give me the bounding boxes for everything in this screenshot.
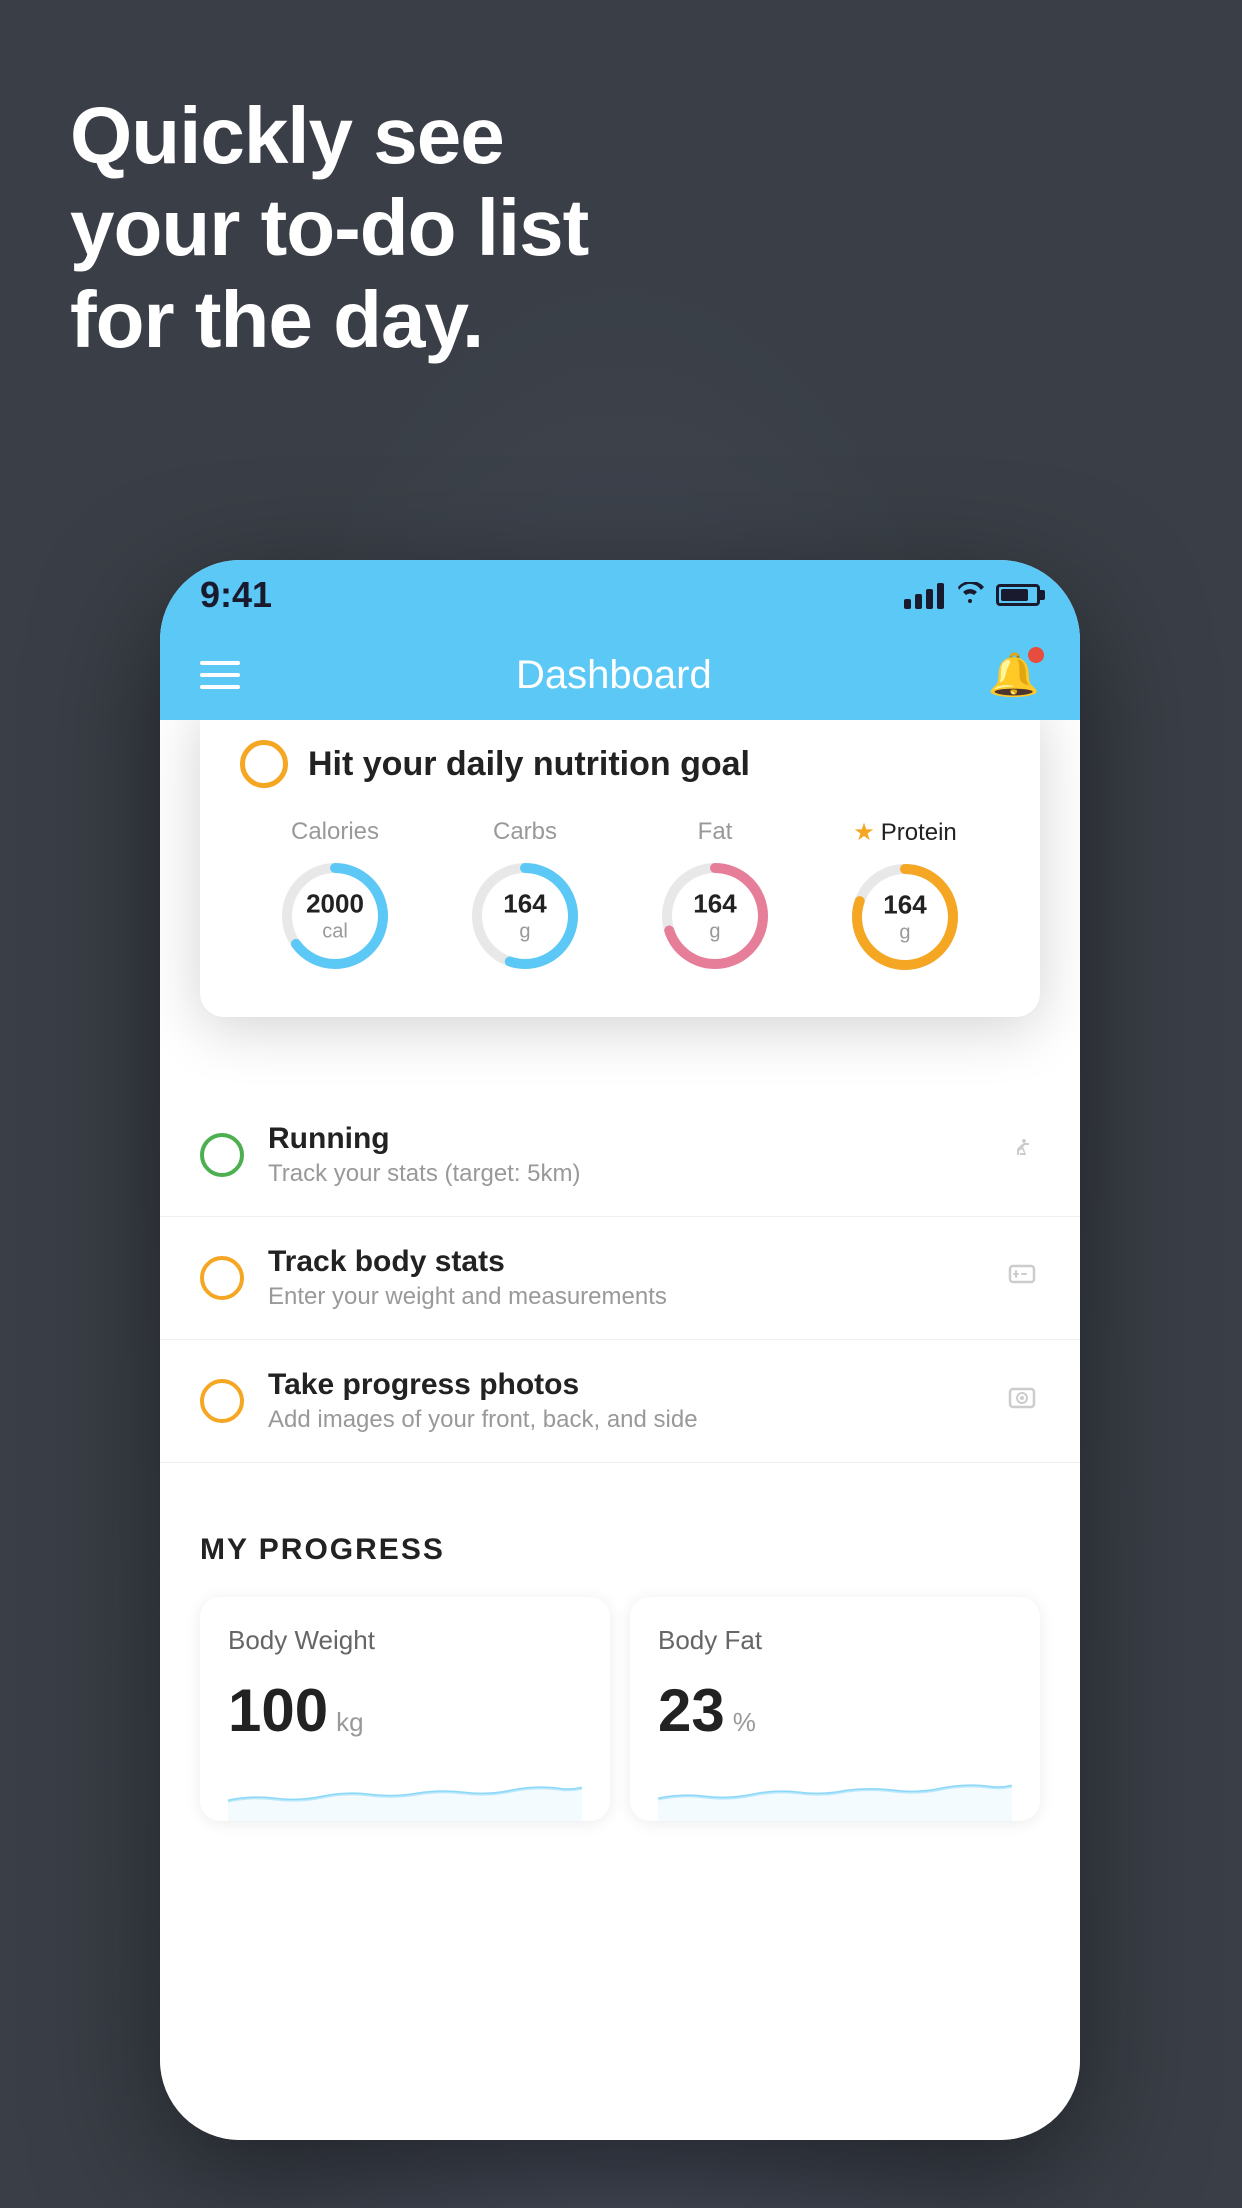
protein-donut: 164 g	[845, 857, 965, 977]
status-bar: 9:41	[160, 560, 1080, 630]
macro-calories: Calories 2000 cal	[275, 818, 395, 976]
carbs-label: Carbs	[493, 818, 557, 846]
body-weight-card[interactable]: Body Weight 100 kg	[200, 1597, 610, 1821]
body-fat-title: Body Fat	[658, 1625, 1012, 1656]
bodystats-icon	[1004, 1256, 1040, 1301]
hero-text: Quickly see your to-do list for the day.	[70, 90, 588, 366]
body-fat-unit: %	[733, 1707, 756, 1738]
progress-cards: Body Weight 100 kg Body Fat 23 %	[200, 1597, 1040, 1821]
hero-line3: for the day.	[70, 274, 588, 366]
carbs-value: 164 g	[503, 888, 546, 943]
todo-title-running: Running	[268, 1122, 980, 1156]
macro-carbs: Carbs 164 g	[465, 818, 585, 976]
todo-text-running: Running Track your stats (target: 5km)	[268, 1122, 980, 1188]
carbs-donut: 164 g	[465, 856, 585, 976]
wifi-icon	[956, 580, 984, 611]
body-fat-card[interactable]: Body Fat 23 %	[630, 1597, 1040, 1821]
star-icon: ★	[853, 818, 875, 847]
body-weight-chart	[228, 1761, 582, 1821]
calories-value: 2000 cal	[306, 888, 364, 943]
todo-title-bodystats: Track body stats	[268, 1245, 980, 1279]
todo-subtitle-photos: Add images of your front, back, and side	[268, 1406, 980, 1434]
todo-item-photos[interactable]: Take progress photos Add images of your …	[160, 1340, 1080, 1463]
todo-circle-bodystats	[200, 1256, 244, 1300]
notification-dot	[1028, 647, 1044, 663]
todo-circle-photos	[200, 1379, 244, 1423]
app-header: Dashboard 🔔	[160, 630, 1080, 720]
nutrition-card-header: Hit your daily nutrition goal	[240, 740, 1000, 788]
progress-section: MY PROGRESS Body Weight 100 kg Body Fat	[160, 1493, 1080, 1821]
body-weight-value: 100 kg	[228, 1676, 582, 1745]
menu-button[interactable]	[200, 661, 240, 689]
calories-donut: 2000 cal	[275, 856, 395, 976]
signal-icon	[904, 581, 944, 609]
nutrition-card: Hit your daily nutrition goal Calories 2…	[200, 720, 1040, 1017]
todo-text-photos: Take progress photos Add images of your …	[268, 1368, 980, 1434]
todo-title-photos: Take progress photos	[268, 1368, 980, 1402]
status-icons	[904, 580, 1040, 611]
todo-text-bodystats: Track body stats Enter your weight and m…	[268, 1245, 980, 1311]
protein-value: 164 g	[883, 889, 926, 944]
nutrition-card-title: Hit your daily nutrition goal	[308, 745, 750, 784]
fat-donut: 164 g	[655, 856, 775, 976]
running-icon	[1004, 1133, 1040, 1178]
photos-icon	[1004, 1379, 1040, 1424]
macros-row: Calories 2000 cal Carbs	[240, 818, 1000, 977]
body-fat-number: 23	[658, 1676, 725, 1745]
protein-label: ★ Protein	[853, 818, 957, 847]
nutrition-check-circle[interactable]	[240, 740, 288, 788]
status-time: 9:41	[200, 574, 272, 616]
notification-button[interactable]: 🔔	[988, 651, 1040, 700]
body-weight-number: 100	[228, 1676, 328, 1745]
body-weight-unit: kg	[336, 1707, 363, 1738]
todo-item-running[interactable]: Running Track your stats (target: 5km)	[160, 1094, 1080, 1217]
content-area: THINGS TO DO TODAY Hit your daily nutrit…	[160, 720, 1080, 2140]
fat-value: 164 g	[693, 888, 736, 943]
macro-protein: ★ Protein 164 g	[845, 818, 965, 977]
hero-line1: Quickly see	[70, 90, 588, 182]
progress-heading: MY PROGRESS	[200, 1533, 1040, 1567]
fat-label: Fat	[698, 818, 733, 846]
todo-subtitle-bodystats: Enter your weight and measurements	[268, 1283, 980, 1311]
phone-frame: 9:41 Dashboard 🔔 THINGS TO DO TODAY	[160, 560, 1080, 2140]
todo-circle-running	[200, 1133, 244, 1177]
calories-label: Calories	[291, 818, 379, 846]
body-fat-value: 23 %	[658, 1676, 1012, 1745]
body-weight-title: Body Weight	[228, 1625, 582, 1656]
header-title: Dashboard	[516, 653, 712, 698]
todo-subtitle-running: Track your stats (target: 5km)	[268, 1160, 980, 1188]
todo-item-bodystats[interactable]: Track body stats Enter your weight and m…	[160, 1217, 1080, 1340]
todo-list: Running Track your stats (target: 5km) T…	[160, 1094, 1080, 1463]
battery-icon	[996, 584, 1040, 606]
body-fat-chart	[658, 1761, 1012, 1821]
hero-line2: your to-do list	[70, 182, 588, 274]
macro-fat: Fat 164 g	[655, 818, 775, 976]
